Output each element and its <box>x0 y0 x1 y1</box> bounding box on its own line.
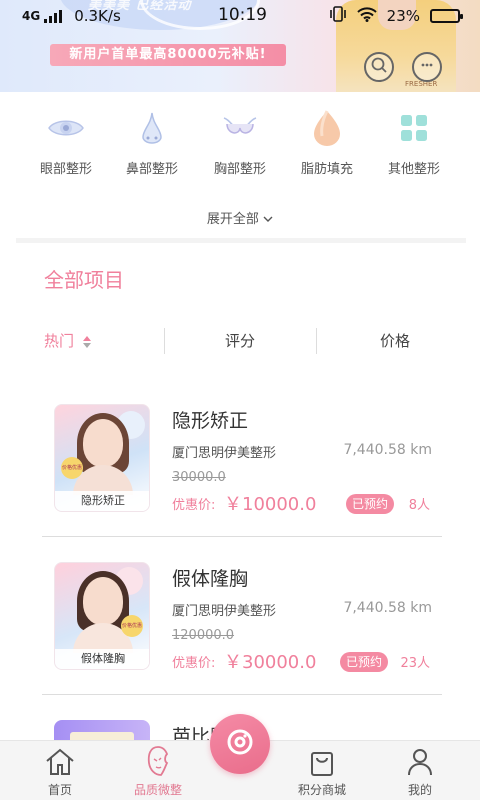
chat-bubble-icon <box>418 57 436 77</box>
center-camera-button[interactable] <box>210 714 270 774</box>
thumb-tag: 假体隆胸 <box>55 649 149 669</box>
status-badge: 已预约 <box>346 494 395 514</box>
search-icon <box>370 56 388 78</box>
item-name: 假体隆胸 <box>172 568 249 590</box>
tab-divider <box>316 328 317 354</box>
eye-icon <box>46 108 86 148</box>
thumb-chip: 价格优惠 <box>121 615 143 637</box>
promo-banner[interactable]: 美美美 已经活动 新用户首单最高80000元补贴! FRESHER 4G 0.3… <box>0 0 480 92</box>
app-screen: 美美美 已经活动 新用户首单最高80000元补贴! FRESHER 4G 0.3… <box>0 0 480 800</box>
item-price: ￥10000.0 <box>224 494 317 515</box>
item-thumbnail: 价格优惠 假体隆胸 <box>54 562 150 670</box>
nose-icon <box>132 108 172 148</box>
grid-icon <box>394 108 434 148</box>
chevron-down-icon <box>263 212 273 227</box>
list-divider <box>42 536 442 537</box>
battery-icon <box>430 9 463 23</box>
nav-mine[interactable]: 我的 <box>372 741 468 800</box>
status-bar: 4G 0.3K/s 10:19 23% <box>0 0 480 30</box>
list-item[interactable]: 价格优惠 假体隆胸 假体隆胸 厦门思明伊美整形 7,440.58 km 1200… <box>42 538 442 696</box>
item-original-price: 30000.0 <box>172 470 226 485</box>
category-nose[interactable]: 鼻部整形 <box>109 108 195 177</box>
home-icon <box>12 741 108 777</box>
category-grid: 眼部整形 鼻部整形 胸部整形 脂肪填充 其他整形 <box>0 108 480 188</box>
list-divider <box>42 694 442 695</box>
search-button[interactable] <box>364 52 394 82</box>
item-booking-count: 23人 <box>400 656 430 671</box>
expand-all-button[interactable]: 展开全部 <box>0 208 480 227</box>
nav-home-label: 首页 <box>47 783 72 797</box>
item-booking-count: 8人 <box>408 498 430 513</box>
category-other[interactable]: 其他整形 <box>371 108 457 177</box>
category-label: 脂肪填充 <box>300 162 353 177</box>
item-name: 隐形矫正 <box>172 410 249 432</box>
item-clinic: 厦门思明伊美整形 <box>172 446 277 461</box>
face-profile-icon <box>110 741 206 777</box>
thumb-model-face <box>83 419 123 467</box>
camera-lens-icon <box>225 727 255 761</box>
nav-quality[interactable]: 品质微整 <box>110 741 206 800</box>
category-label: 鼻部整形 <box>125 162 178 177</box>
chest-icon <box>220 108 260 148</box>
signal-icon <box>44 9 63 23</box>
item-price-label: 优惠价: <box>172 498 216 513</box>
network-speed: 0.3K/s <box>74 7 121 25</box>
item-price: ￥30000.0 <box>224 652 317 673</box>
category-fat-fill[interactable]: 脂肪填充 <box>284 108 370 177</box>
tab-divider <box>164 328 165 354</box>
wifi-icon <box>356 6 377 26</box>
category-label: 其他整形 <box>387 162 440 177</box>
item-price-label: 优惠价: <box>172 656 216 671</box>
item-distance: 7,440.58 km <box>343 442 432 458</box>
nav-mine-label: 我的 <box>407 783 432 797</box>
tab-rating[interactable]: 评分 <box>225 324 255 358</box>
list-item[interactable]: 价格优惠 隐形矫正 隐形矫正 厦门思明伊美整形 7,440.58 km 3000… <box>42 380 442 538</box>
clock: 10:19 <box>218 5 267 25</box>
thumb-chip: 价格优惠 <box>61 457 83 479</box>
nav-mall[interactable]: 积分商城 <box>274 741 370 800</box>
sort-arrows-icon <box>82 335 91 348</box>
item-distance: 7,440.58 km <box>343 600 432 616</box>
category-eye[interactable]: 眼部整形 <box>23 108 109 177</box>
sort-tabs: 热门 评分 价格 <box>0 324 480 358</box>
tab-hot-label: 热门 <box>44 332 75 350</box>
category-label: 眼部整形 <box>39 162 92 177</box>
expand-all-label: 展开全部 <box>206 212 259 227</box>
vibrate-icon <box>329 6 347 26</box>
tab-hot[interactable]: 热门 <box>44 324 91 358</box>
item-thumbnail: 价格优惠 隐形矫正 <box>54 404 150 512</box>
shopping-bag-icon <box>274 741 370 777</box>
nav-quality-label: 品质微整 <box>133 783 182 797</box>
thumb-model-face <box>83 577 123 625</box>
network-type: 4G <box>22 9 41 23</box>
category-chest[interactable]: 胸部整形 <box>197 108 283 177</box>
tab-price[interactable]: 价格 <box>380 324 410 358</box>
battery-percent: 23% <box>386 7 420 25</box>
message-button[interactable] <box>412 52 442 82</box>
thumb-tag: 隐形矫正 <box>55 491 149 511</box>
banner-subsidy-text: 新用户首单最高80000元补贴! <box>50 44 286 66</box>
fat-drop-icon <box>307 108 347 148</box>
item-original-price: 120000.0 <box>172 628 235 643</box>
status-badge: 已预约 <box>340 652 389 672</box>
nav-mall-label: 积分商城 <box>297 783 346 797</box>
user-icon <box>372 741 468 777</box>
section-divider <box>16 238 466 243</box>
section-title: 全部项目 <box>44 268 124 292</box>
nav-home[interactable]: 首页 <box>12 741 108 800</box>
item-clinic: 厦门思明伊美整形 <box>172 604 277 619</box>
category-label: 胸部整形 <box>213 162 266 177</box>
